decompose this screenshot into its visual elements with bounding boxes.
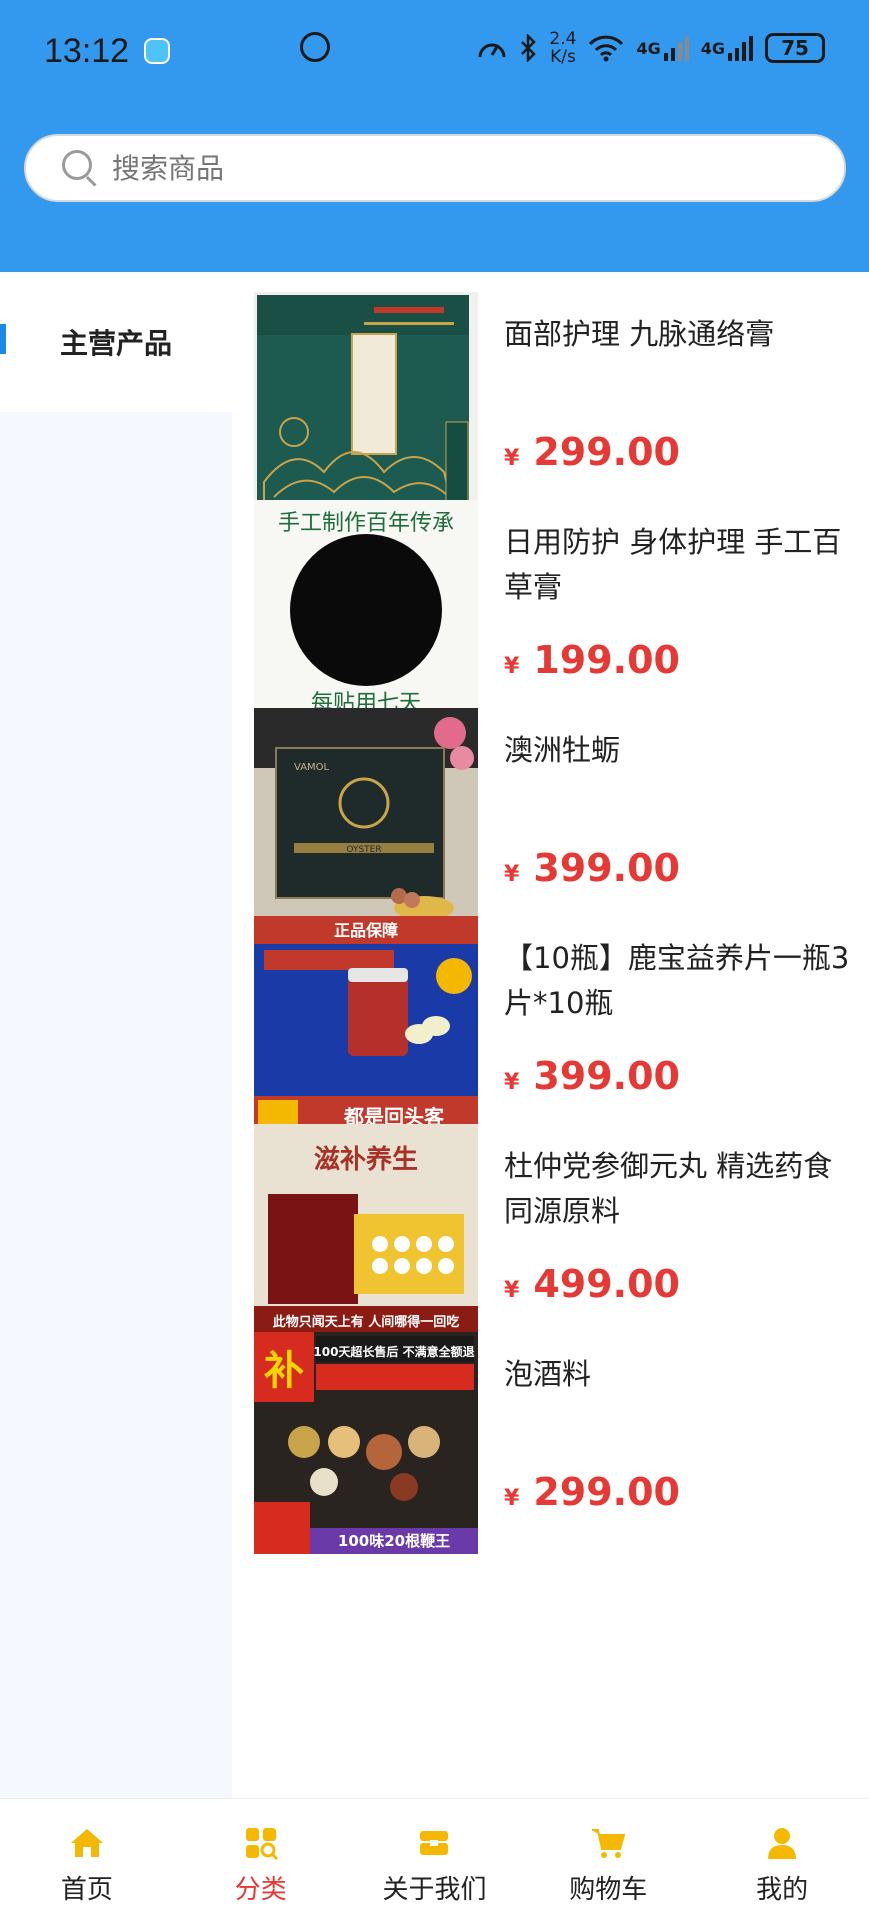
net-speed-unit: K/s (550, 47, 576, 67)
price-value: 299.00 (533, 430, 680, 474)
price-value: 399.00 (533, 1054, 680, 1098)
image-caption-bottom: OYSTER (346, 845, 381, 855)
product-name: 【10瓶】鹿宝益养片一瓶3片*10瓶 (504, 941, 850, 1020)
svg-text:补: 补 (264, 1348, 304, 1394)
tab-label: 关于我们 (382, 1875, 487, 1905)
tab-about[interactable]: 关于我们 (348, 1799, 522, 1920)
product-price: ¥499.00 (504, 1262, 680, 1306)
product-name: 面部护理 九脉通络膏 (504, 317, 775, 351)
product-card[interactable]: 补 100天超长售后 不满意全额退 100味20根鞭王 泡酒料 ¥299.00 (254, 1310, 854, 1554)
currency-symbol: ¥ (504, 862, 520, 887)
signal-4g-icon: 4G (636, 35, 689, 61)
image-caption-top: 100天超长售后 不满意全额退 (313, 1344, 474, 1359)
product-card[interactable]: 手工制作百年传承 每贴用七天 日用防护 身体护理 手工百草膏 ¥199.00 (254, 478, 854, 722)
search-icon (62, 150, 98, 187)
currency-symbol: ¥ (504, 1486, 520, 1511)
sidebar-item-label: 主营产品 (59, 327, 172, 360)
speedometer-icon (477, 35, 507, 61)
image-caption-top: 手工制作百年传承 (278, 511, 454, 536)
product-card[interactable]: 滋补养生 此物只闻天上有 人间哪得一回吃 杜仲党参御元丸 精选药食同源原料 ¥4… (254, 1102, 854, 1346)
battery-icon: 75 (765, 33, 825, 63)
tab-home[interactable]: 首页 (0, 1799, 174, 1920)
product-card[interactable]: 面部护理 九脉通络膏 ¥299.00 (254, 270, 854, 514)
tab-profile[interactable]: 我的 (695, 1799, 869, 1920)
category-icon (243, 1825, 279, 1861)
product-name: 杜仲党参御元丸 精选药食同源原料 (504, 1149, 833, 1228)
wifi-icon (588, 34, 624, 62)
tab-label: 分类 (234, 1875, 287, 1905)
product-list: 面部护理 九脉通络膏 ¥299.00 手工制作百年传承 每贴用七天 日用防护 身… (232, 272, 869, 1798)
currency-symbol: ¥ (504, 446, 520, 471)
product-name: 日用防护 身体护理 手工百草膏 (504, 525, 842, 604)
profile-icon (764, 1825, 800, 1861)
tab-label: 首页 (60, 1875, 113, 1905)
search-input[interactable] (112, 151, 712, 185)
signal-label-2: 4G (700, 38, 725, 58)
currency-symbol: ¥ (504, 654, 520, 679)
price-value: 199.00 (533, 638, 680, 682)
app-notification-icon (300, 32, 330, 62)
product-card[interactable]: VAMOL OYSTER 澳洲牡蛎 ¥399.00 (254, 686, 854, 930)
status-time: 13:12 (44, 32, 130, 70)
product-name: 泡酒料 (504, 1357, 592, 1391)
about-icon (416, 1825, 452, 1861)
product-price: ¥399.00 (504, 1054, 680, 1098)
product-card[interactable]: 正品保障 都是回头客 【10瓶】鹿宝益养片一瓶3片*10瓶 ¥399.00 (254, 894, 854, 1138)
status-bar: 13:12 2.4 K/s 4G 4G 75 (0, 0, 869, 100)
signal-label-1: 4G (636, 38, 661, 58)
home-icon (69, 1825, 105, 1861)
currency-symbol: ¥ (504, 1070, 520, 1095)
net-speed-value: 2.4 (549, 29, 577, 49)
cart-icon (590, 1825, 626, 1861)
sidebar-item-main-products[interactable]: 主营产品 (0, 272, 232, 412)
search-bar[interactable] (24, 134, 846, 202)
product-price: ¥299.00 (504, 430, 680, 474)
product-price: ¥199.00 (504, 638, 680, 682)
status-icons: 2.4 K/s 4G 4G 75 (477, 30, 825, 66)
tab-label: 我的 (756, 1875, 809, 1905)
battery-level: 75 (781, 36, 809, 60)
category-sidebar: 主营产品 (0, 272, 232, 1798)
tab-category[interactable]: 分类 (174, 1799, 348, 1920)
image-caption-top: VAMOL (294, 762, 330, 773)
chat-notification-icon (144, 38, 170, 64)
tab-cart[interactable]: 购物车 (521, 1799, 695, 1920)
price-value: 399.00 (533, 846, 680, 890)
bluetooth-icon (519, 34, 537, 62)
image-caption-top: 滋补养生 (314, 1144, 418, 1175)
image-caption-bottom: 100味20根鞭王 (338, 1532, 450, 1550)
tab-label: 购物车 (569, 1875, 648, 1905)
product-price: ¥399.00 (504, 846, 680, 890)
bottom-tab-bar: 首页 分类 关于我们 购物车 我的 (0, 1798, 869, 1920)
net-speed: 2.4 K/s (549, 30, 576, 66)
price-value: 499.00 (533, 1262, 680, 1306)
image-caption-top: 正品保障 (334, 921, 398, 940)
price-value: 299.00 (533, 1470, 680, 1514)
product-price: ¥299.00 (504, 1470, 680, 1514)
product-image[interactable]: 补 100天超长售后 不满意全额退 100味20根鞭王 (254, 1332, 478, 1554)
currency-symbol: ¥ (504, 1278, 520, 1303)
header: 13:12 2.4 K/s 4G 4G 75 搜索商品 (0, 0, 869, 272)
signal-4g-icon-2: 4G (701, 35, 753, 61)
product-name: 澳洲牡蛎 (504, 733, 621, 767)
active-indicator (0, 324, 6, 354)
